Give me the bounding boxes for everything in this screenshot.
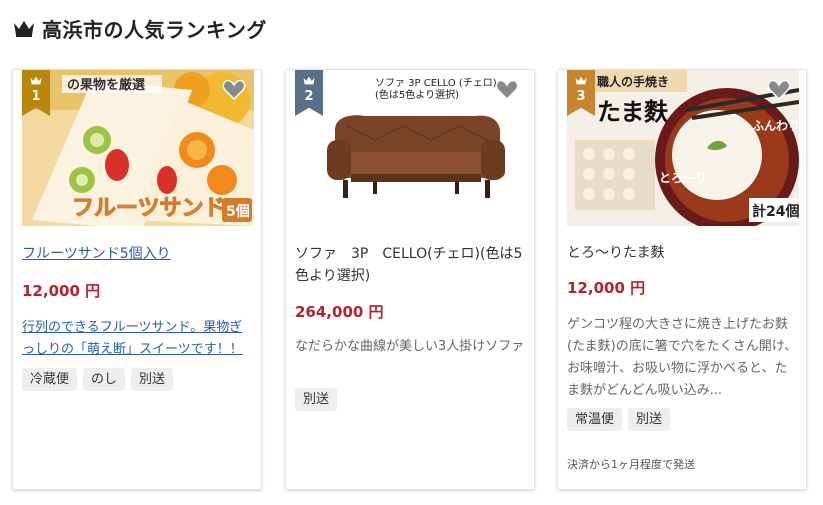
crown-icon [575,76,587,85]
image-count: 5個 [226,203,250,220]
heart-icon[interactable] [495,78,519,100]
product-title-link[interactable]: フルーツサンド5個入り [22,243,254,265]
product-image-tamafu[interactable]: 職人の手焼き たま麩 ふんわり とろ〜り 計24個 [567,70,799,226]
svg-text:ソファ 3P CELLO (チェロ): ソファ 3P CELLO (チェロ) [375,77,497,89]
product-price: 264,000 円 [295,303,384,321]
tag: のし [83,368,126,391]
rank-number: 3 [576,89,586,104]
page-title: 高浜市の人気ランキング [42,17,267,42]
tag-list: 別送 [295,388,338,411]
tag: 別送 [131,368,174,391]
tag: 常温便 [567,408,623,431]
product-card-2[interactable]: ソファ 3P CELLO (チェロ) (色は5色より選択) 2 ソファ 3P C… [285,69,535,490]
heart-icon[interactable] [222,78,246,100]
product-price: 12,000 円 [22,282,101,300]
product-image-fruit-sandwich[interactable]: の果物を厳選 フルーツサンド 5個 [22,70,254,226]
product-title[interactable]: とろ〜りたま麩 [567,242,799,264]
tag: 別送 [295,388,338,411]
crown-icon [303,76,315,85]
image-banner: 職人の手焼き [597,74,669,89]
image-caption: フルーツサンド [72,196,226,221]
image-big-text: たま麩 [597,98,668,126]
image-count: 計24個 [752,203,799,220]
tag-list: 常温便 別送 [567,408,671,431]
image-side-text-2: とろ〜り [659,171,707,185]
product-description-link[interactable]: 行列のできるフルーツサンド。果物ぎっしりの「萌え断」スイーツです！！ [22,317,254,361]
svg-text:(色は5色より選択): (色は5色より選択) [375,88,459,101]
image-overlay-text: の果物を厳選 [67,77,145,93]
shipping-note: 決済から1ヶ月程度で発送 [567,458,695,471]
crown-icon [30,76,42,85]
rank-number: 2 [304,89,314,104]
product-description: なだらかな曲線が美しい3人掛けソファ [295,339,525,354]
product-card-3[interactable]: 職人の手焼き たま麩 ふんわり とろ〜り 計24個 3 とろ〜りたま麩 12,0… [557,69,807,490]
product-description: ゲンコツ程の大きさに焼き上げたお麩(たま麩)の底に箸で穴をたくさん開け、お味噌汁… [567,317,798,398]
image-side-text-1: ふんわり [752,119,799,133]
tag: 別送 [628,408,671,431]
tag: 冷蔵便 [22,368,78,391]
product-title[interactable]: ソファ 3P CELLO(チェロ)(色は5色より選択) [295,243,527,287]
section-heading: 高浜市の人気ランキング [12,12,267,44]
heart-icon[interactable] [767,78,791,100]
rank-number: 1 [31,89,41,104]
crown-icon [14,21,34,37]
product-image-sofa[interactable]: ソファ 3P CELLO (チェロ) (色は5色より選択) [295,70,527,226]
product-card-1[interactable]: の果物を厳選 フルーツサンド 5個 1 フルーツサンド5個入り 12,000 円… [12,69,262,490]
product-price: 12,000 円 [567,279,646,297]
tag-list: 冷蔵便 のし 別送 [22,368,174,391]
